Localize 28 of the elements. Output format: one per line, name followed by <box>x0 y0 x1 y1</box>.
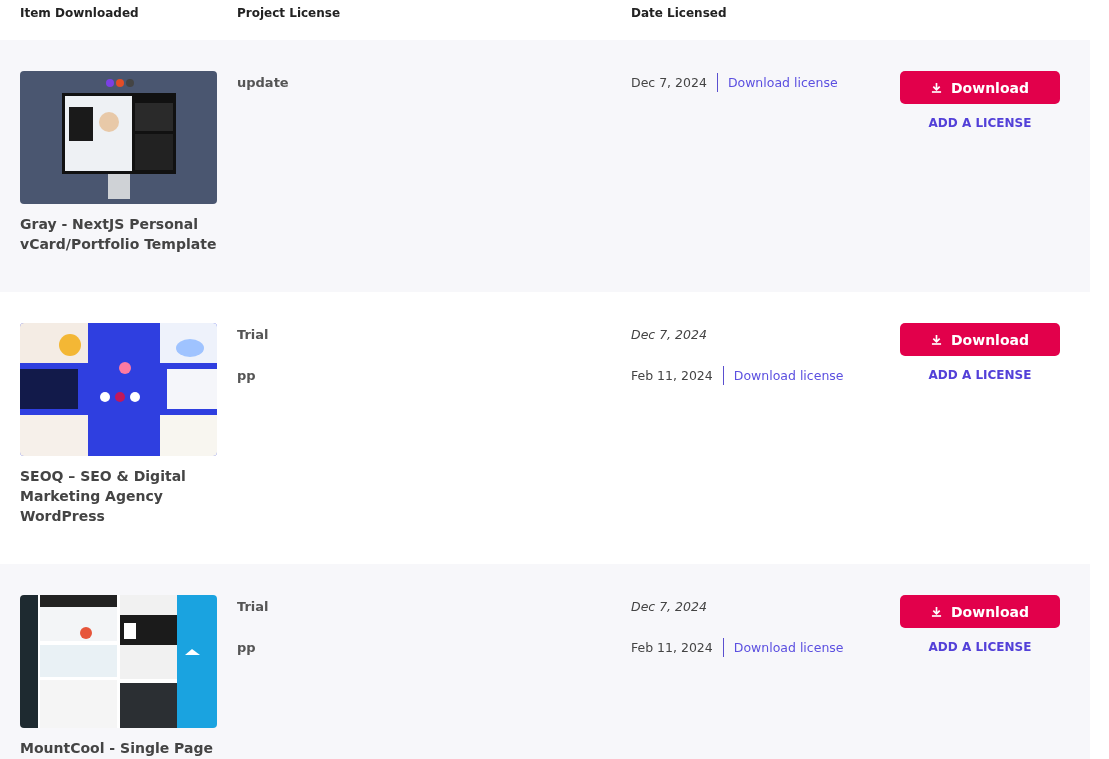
project-name: pp <box>237 639 257 656</box>
column-header: Date Licensed <box>631 5 728 20</box>
project-name: pp <box>237 367 257 384</box>
download-icon <box>931 334 942 345</box>
add-license-link[interactable]: ADD A LICENSE <box>928 116 1032 130</box>
project-name: update <box>237 74 290 91</box>
download-license-link[interactable]: Download license <box>727 75 838 90</box>
download-button[interactable]: Download <box>900 323 1060 356</box>
download-button[interactable]: Download <box>900 71 1060 104</box>
project-name: Trial <box>237 598 270 615</box>
item-title: MountCool - Single Page <box>20 739 214 758</box>
project-name: Trial <box>237 326 270 343</box>
column-header: Project License <box>237 5 342 20</box>
license-date: Dec 7, 2024 <box>631 599 707 614</box>
download-license-link[interactable]: Download license <box>733 640 844 655</box>
license-date: Feb 11, 2024 <box>631 640 713 655</box>
download-icon <box>931 82 942 93</box>
license-date: Dec 7, 2024 <box>631 75 707 90</box>
license-date: Feb 11, 2024 <box>631 368 713 383</box>
item-title: SEOQ – SEO & Digital Marketing Agency WordPress <box>20 467 187 526</box>
download-icon <box>931 606 942 617</box>
license-date: Dec 7, 2024 <box>631 327 707 342</box>
add-license-link[interactable]: ADD A LICENSE <box>928 640 1032 654</box>
column-header: Item Downloaded <box>20 5 140 20</box>
download-license-link[interactable]: Download license <box>733 368 844 383</box>
item-title: Gray - NextJS Personal vCard/Portfolio Template <box>20 215 217 254</box>
download-button[interactable]: Download <box>900 595 1060 628</box>
add-license-link[interactable]: ADD A LICENSE <box>928 368 1032 382</box>
